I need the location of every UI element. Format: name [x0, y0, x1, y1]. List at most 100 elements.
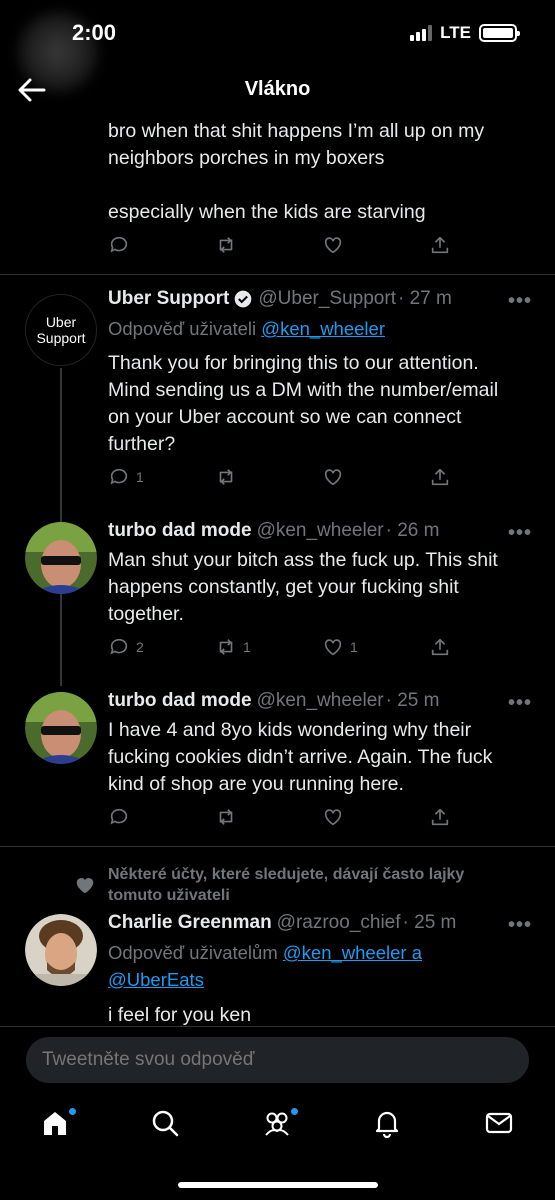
tweet-time: · 26 m — [385, 520, 440, 541]
reply-input[interactable] — [26, 1037, 529, 1083]
notifications-icon[interactable] — [372, 1108, 408, 1144]
heart-icon — [324, 469, 342, 486]
display-name[interactable]: Charlie Greenman — [108, 912, 272, 934]
tweet-text-line: bro when that shit happens I’m all up on… — [108, 120, 485, 142]
communities-icon[interactable] — [262, 1108, 298, 1144]
mention-link[interactable]: @ken_wheeler a — [283, 942, 422, 963]
social-context: Některé účty, které sledujete, dávají ča… — [108, 866, 465, 883]
reply-button[interactable]: 2 — [108, 636, 215, 658]
more-options-icon[interactable]: ••• — [508, 290, 532, 313]
thread-content[interactable]: bro when that shit happens I’m all up on… — [0, 116, 555, 1026]
thread-line — [60, 596, 62, 684]
divider — [0, 846, 555, 847]
divider — [0, 274, 555, 275]
tweet-header: turbo dad mode @ken_wheeler · 26 m — [108, 520, 439, 542]
search-icon[interactable] — [150, 1108, 186, 1144]
share-button[interactable] — [429, 636, 536, 658]
tweet-actions — [108, 806, 536, 828]
reply-icon — [110, 638, 128, 655]
display-name[interactable]: Uber Support — [108, 288, 229, 310]
more-options-icon[interactable]: ••• — [508, 522, 532, 545]
reply-button[interactable] — [108, 806, 215, 828]
status-time: 2:00 — [72, 20, 117, 45]
mention-link[interactable]: @ken_wheeler — [261, 318, 385, 339]
more-options-icon[interactable]: ••• — [508, 914, 532, 937]
status-bar: 2:00 LTE — [0, 0, 555, 92]
share-icon — [431, 236, 449, 254]
avatar[interactable] — [25, 914, 97, 986]
messages-icon[interactable] — [484, 1108, 520, 1144]
reply-icon — [110, 468, 128, 485]
heart-icon — [324, 639, 342, 656]
mention-link[interactable]: @UberEats — [108, 969, 204, 990]
tweet-actions — [108, 234, 536, 256]
reply-icon — [110, 808, 128, 825]
tweet-text-line: Mind sending us a DM with the number/ema… — [108, 379, 499, 401]
social-context: tomuto uživateli — [108, 887, 230, 904]
home-indicator[interactable] — [178, 1182, 378, 1188]
notification-dot — [291, 1108, 298, 1115]
signal-icon — [410, 25, 433, 41]
battery-icon — [479, 24, 520, 42]
tweet-text-line: Man shut your bitch ass the fuck up. Thi… — [108, 549, 498, 571]
heart-icon — [324, 809, 342, 826]
avatar[interactable] — [25, 522, 97, 594]
like-button[interactable]: 1 — [322, 636, 429, 658]
reply-count: 1 — [136, 469, 144, 485]
retweet-icon — [219, 469, 233, 485]
share-button[interactable] — [429, 806, 536, 828]
user-handle[interactable]: @ken_wheeler — [257, 520, 384, 542]
tweet-text-line: on your Uber account so we can connect — [108, 406, 462, 428]
tweet-header: Charlie Greenman @razroo_chief · 25 m — [108, 912, 456, 934]
network-label: LTE — [440, 23, 471, 42]
reply-button[interactable] — [108, 234, 215, 256]
user-handle[interactable]: @Uber_Support — [258, 288, 396, 310]
reply-context: Odpověď uživatelům @ken_wheeler a — [108, 942, 422, 963]
tweet-text-line: Thank you for bringing this to our atten… — [108, 352, 479, 374]
verified-icon — [235, 290, 252, 308]
tweet-text-line: fucking cookies didn’t arrive. Again. Th… — [108, 746, 493, 768]
reply-bar — [0, 1026, 555, 1096]
share-icon — [431, 468, 449, 486]
retweet-button[interactable] — [215, 234, 322, 256]
like-count: 1 — [350, 639, 358, 655]
like-button[interactable] — [322, 234, 429, 256]
tweet-text-line: i feel for you ken — [108, 1004, 252, 1026]
retweet-count: 1 — [243, 639, 251, 655]
tweet-time: · 25 m — [402, 912, 457, 933]
tweet-header: turbo dad mode @ken_wheeler · 25 m — [108, 690, 439, 712]
share-button[interactable] — [429, 234, 536, 256]
tweet-time: · 25 m — [385, 690, 440, 711]
nav-header: Vlákno — [0, 66, 555, 116]
share-icon — [431, 808, 449, 826]
home-icon[interactable] — [40, 1108, 76, 1144]
tweet-header: Uber Support @Uber_Support · 27 m — [108, 288, 452, 310]
display-name[interactable]: turbo dad mode — [108, 520, 252, 542]
reply-count: 2 — [136, 639, 144, 655]
tweet-time: · 27 m — [397, 288, 452, 309]
avatar[interactable] — [25, 692, 97, 764]
user-handle[interactable]: @razroo_chief — [277, 912, 401, 934]
more-options-icon[interactable]: ••• — [508, 692, 532, 715]
like-button[interactable] — [322, 806, 429, 828]
heart-icon — [76, 878, 94, 894]
status-indicators: LTE — [410, 23, 520, 43]
tweet-text-line: further? — [108, 433, 176, 455]
retweet-button[interactable] — [215, 806, 322, 828]
share-icon — [431, 638, 449, 656]
tweet-text-line: happens constantly, get your fucking shi… — [108, 576, 459, 598]
share-button[interactable] — [429, 466, 536, 488]
avatar[interactable]: Uber Support — [25, 294, 97, 366]
user-handle[interactable]: @ken_wheeler — [257, 690, 384, 712]
display-name[interactable]: turbo dad mode — [108, 690, 252, 712]
reply-icon — [110, 236, 128, 253]
tweet-text-line: together. — [108, 603, 184, 625]
notification-dot — [69, 1108, 76, 1115]
retweet-button[interactable] — [215, 466, 322, 488]
reply-button[interactable]: 1 — [108, 466, 215, 488]
like-button[interactable] — [322, 466, 429, 488]
tweet-text-line: kind of shop are you running here. — [108, 773, 404, 795]
tweet-text-line: especially when the kids are starving — [108, 201, 426, 223]
retweet-icon — [219, 809, 233, 825]
retweet-button[interactable]: 1 — [215, 636, 322, 658]
